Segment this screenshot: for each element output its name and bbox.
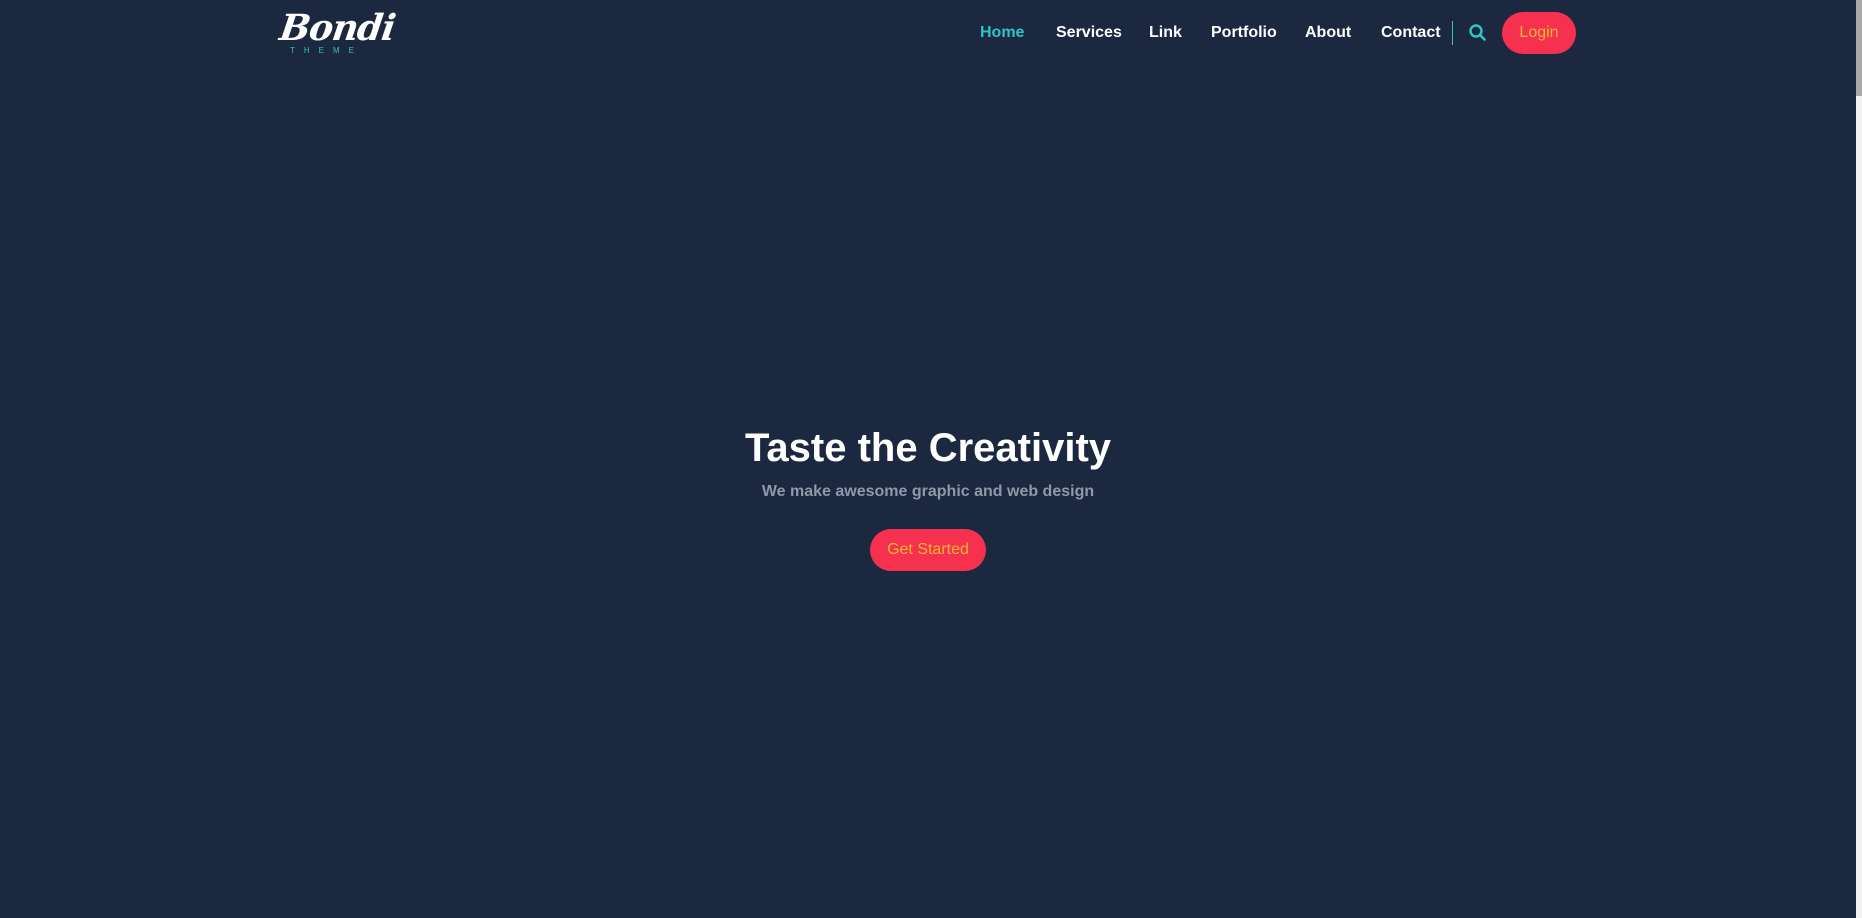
search-icon (1469, 24, 1486, 41)
logo-wordmark: Bondi (277, 7, 398, 49)
logo-tagline: THEME (290, 46, 363, 55)
nav-item-services[interactable]: Services (1056, 23, 1122, 43)
nav-item-link[interactable]: Link (1149, 23, 1182, 43)
nav-item-about[interactable]: About (1305, 23, 1351, 43)
search-button[interactable] (1468, 23, 1488, 43)
nav-item-portfolio[interactable]: Portfolio (1211, 23, 1277, 43)
hero-subtitle: We make awesome graphic and web design (761, 483, 1095, 500)
logo[interactable]: Bondi THEME (277, 6, 397, 58)
site-header: Bondi THEME Home Services Link Portfolio… (0, 0, 1862, 66)
scrollbar-thumb[interactable] (1856, 0, 1862, 96)
nav-item-contact[interactable]: Contact (1381, 23, 1441, 43)
scrollbar[interactable] (1856, 0, 1862, 918)
page: Bondi THEME Home Services Link Portfolio… (0, 0, 1862, 918)
hero-title: Taste the Creativity (744, 426, 1112, 470)
login-button[interactable]: Login (1502, 12, 1576, 54)
get-started-button[interactable]: Get Started (870, 529, 986, 571)
nav-item-home[interactable]: Home (980, 23, 1024, 43)
nav-divider (1452, 21, 1453, 45)
